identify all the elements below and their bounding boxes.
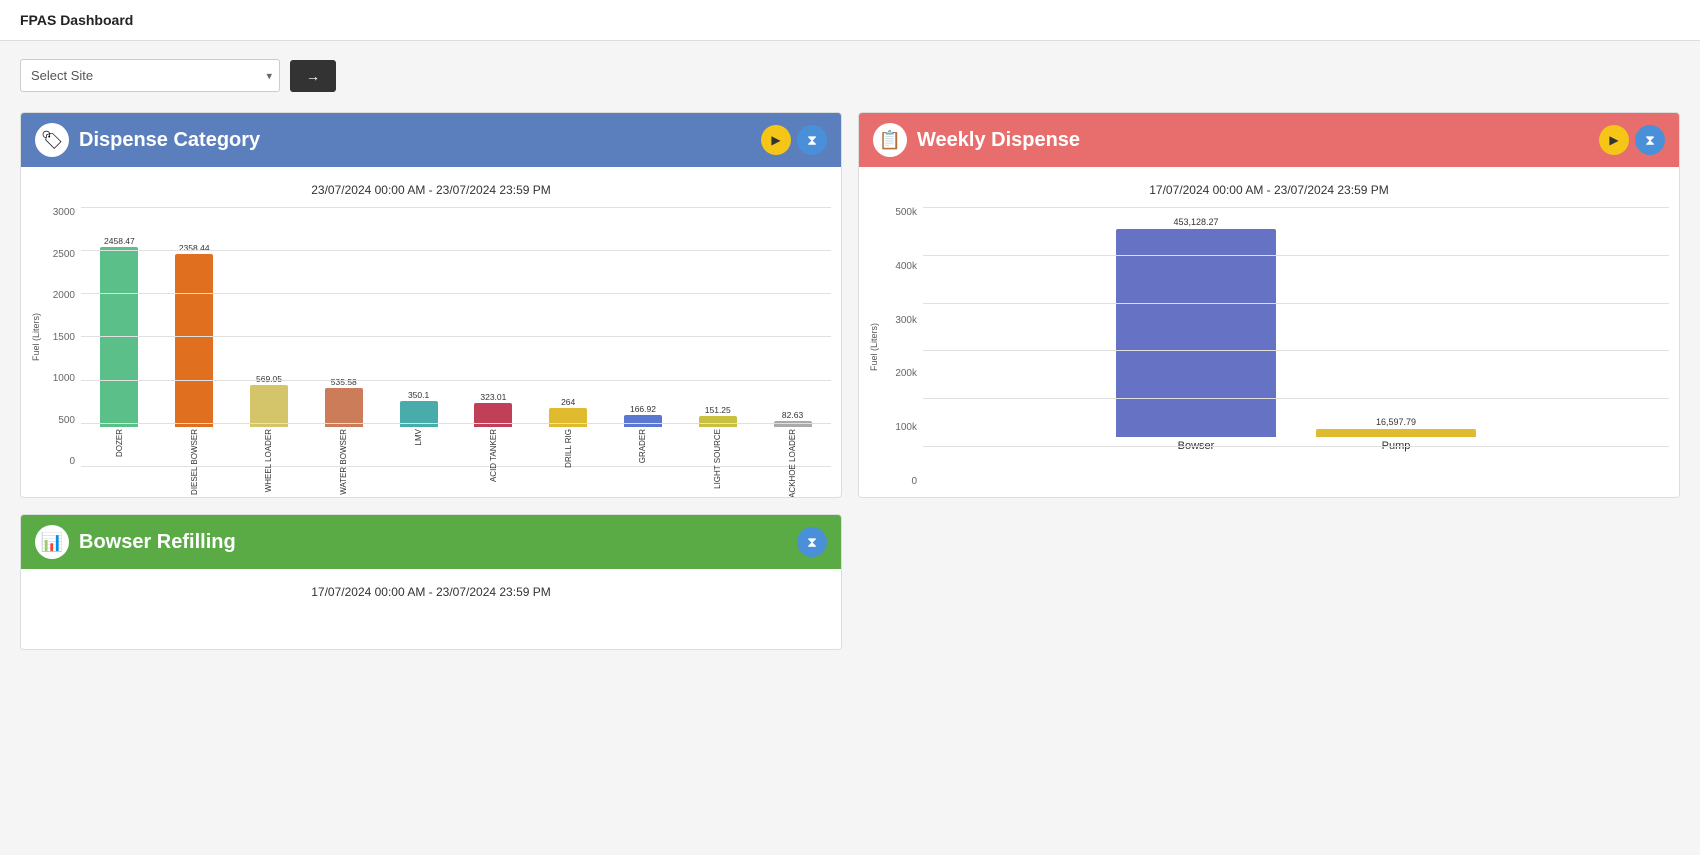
dispense-bar-rect [474, 403, 512, 427]
dispense-bar-label: WATER BOWSER [307, 427, 380, 495]
app-title: FPAS Dashboard [20, 12, 133, 28]
dispense-bar-item: 2358.44 [158, 243, 231, 427]
dispense-bar-item: 166.92 [607, 404, 680, 427]
dispense-x-labels: DOZERDIESEL BOWSERWHEEL LOADERWATER BOWS… [81, 427, 831, 467]
dispense-category-header: 🏷 Dispense Category ▶ ⧗ [21, 113, 841, 167]
top-row: 🏷 Dispense Category ▶ ⧗ 23/07/2024 00:00… [20, 112, 1680, 498]
site-select-input[interactable]: Select Site [20, 59, 280, 92]
dispense-bar-rect [400, 401, 438, 427]
weekly-y-axis-label-wrapper: Fuel (Liters) [869, 207, 881, 487]
dispense-bar-item: 264 [532, 397, 605, 427]
weekly-bar-label: Bowser [1116, 437, 1276, 452]
weekly-filter-button[interactable]: ⧗ [1635, 125, 1665, 155]
dispense-category-card: 🏷 Dispense Category ▶ ⧗ 23/07/2024 00:00… [20, 112, 842, 498]
dispense-bar-rect [175, 254, 213, 427]
weekly-date-range: 17/07/2024 00:00 AM - 23/07/2024 23:59 P… [869, 183, 1669, 197]
weekly-dispense-title: Weekly Dispense [917, 129, 1080, 152]
weekly-bar-rect [1316, 429, 1476, 437]
dispense-bar-label: DOZER [83, 427, 156, 457]
dispense-bar-rect [250, 385, 288, 427]
dispense-y-axis-label: Fuel (Liters) [31, 313, 41, 361]
site-select-wrapper: Select Site ▾ [20, 59, 280, 92]
bowser-refilling-body: 17/07/2024 00:00 AM - 23/07/2024 23:59 P… [21, 569, 841, 649]
weekly-bar-label: Pump [1316, 437, 1476, 452]
dispense-bar-item: 82.63 [756, 410, 829, 427]
weekly-dispense-header: 📋 Weekly Dispense ▶ ⧗ [859, 113, 1679, 167]
weekly-x-labels: Bowser Pump [923, 437, 1669, 467]
dispense-y-axis: 3000 2500 2000 1500 1000 500 0 [45, 207, 81, 467]
dispense-bar-item: 2458.47 [83, 236, 156, 427]
dispense-bar-item: 151.25 [681, 405, 754, 427]
bowser-header-actions: ⧗ [797, 527, 827, 557]
bowser-refilling-icon: 📊 [35, 525, 69, 559]
go-button[interactable]: → [290, 60, 336, 92]
dispense-bar-label: GRADER [607, 427, 680, 463]
dashboard-content: 🏷 Dispense Category ▶ ⧗ 23/07/2024 00:00… [0, 102, 1700, 670]
weekly-header-actions: ▶ ⧗ [1599, 125, 1665, 155]
dispense-bar-label: DRILL RIG [532, 427, 605, 468]
dispense-bar-item: 323.01 [457, 392, 530, 427]
weekly-dispense-body: 17/07/2024 00:00 AM - 23/07/2024 23:59 P… [859, 167, 1679, 497]
dispense-plot-area: 2458.472358.44569.05535.58350.1323.01264… [81, 207, 831, 467]
dispense-bar-label: ACID TANKER [457, 427, 530, 482]
dispense-bar-label: BACKHOE LOADER [756, 427, 829, 498]
dispense-category-body: 23/07/2024 00:00 AM - 23/07/2024 23:59 P… [21, 167, 841, 477]
dispense-category-title: Dispense Category [79, 129, 260, 152]
dispense-bar-rect [325, 388, 363, 427]
top-bar: FPAS Dashboard [0, 0, 1700, 41]
controls-bar: Select Site ▾ → [0, 41, 1700, 102]
weekly-dispense-icon: 📋 [873, 123, 907, 157]
dispense-category-icon: 🏷 [35, 123, 69, 157]
dispense-bar-label: WHEEL LOADER [233, 427, 306, 492]
dispense-bar-item: 535.58 [307, 377, 380, 427]
dispense-bar-label: LMV [382, 427, 455, 445]
weekly-bar-item: 453,128.27 [1116, 217, 1276, 437]
bowser-filter-button[interactable]: ⧗ [797, 527, 827, 557]
bowser-header-left: 📊 Bowser Refilling [35, 525, 236, 559]
weekly-play-button[interactable]: ▶ [1599, 125, 1629, 155]
dispense-header-actions: ▶ ⧗ [761, 125, 827, 155]
page-wrapper: FPAS Dashboard Select Site ▾ → 🏷 Dispens… [0, 0, 1700, 855]
bowser-refilling-title: Bowser Refilling [79, 531, 236, 554]
bowser-date-range: 17/07/2024 00:00 AM - 23/07/2024 23:59 P… [31, 585, 831, 599]
bowser-refilling-header: 📊 Bowser Refilling ⧗ [21, 515, 841, 569]
weekly-chart-area: Fuel (Liters) 500k 400k 300k 200k 100k 0 [869, 207, 1669, 487]
dispense-play-button[interactable]: ▶ [761, 125, 791, 155]
dispense-date-range: 23/07/2024 00:00 AM - 23/07/2024 23:59 P… [31, 183, 831, 197]
dispense-bar-item: 569.05 [233, 374, 306, 427]
weekly-bar-rect [1116, 229, 1276, 437]
dispense-header-left: 🏷 Dispense Category [35, 123, 260, 157]
bowser-refilling-card-inner: 📊 Bowser Refilling ⧗ 17/07/2024 00:00 AM… [20, 514, 842, 650]
dispense-bar-item: 350.1 [382, 390, 455, 427]
dispense-y-axis-label-wrapper: Fuel (Liters) [31, 207, 43, 467]
dispense-bar-rect [624, 415, 662, 427]
weekly-bars-container: 453,128.27 16,597.79 [923, 207, 1669, 437]
dispense-chart-area: Fuel (Liters) 3000 2500 2000 1500 1000 5… [31, 207, 831, 467]
dispense-bar-label: LIGHT SOURCE [681, 427, 754, 489]
weekly-y-axis-label: Fuel (Liters) [869, 323, 879, 371]
weekly-y-axis: 500k 400k 300k 200k 100k 0 [883, 207, 923, 487]
dispense-bars-container: 2458.472358.44569.05535.58350.1323.01264… [81, 207, 831, 427]
dispense-bar-rect [549, 408, 587, 427]
dispense-filter-button[interactable]: ⧗ [797, 125, 827, 155]
weekly-header-left: 📋 Weekly Dispense [873, 123, 1080, 157]
dispense-bar-rect [100, 247, 138, 427]
weekly-dispense-card: 📋 Weekly Dispense ▶ ⧗ 17/07/2024 00:00 A… [858, 112, 1680, 498]
bowser-refilling-card: 📊 Bowser Refilling ⧗ 17/07/2024 00:00 AM… [20, 514, 842, 650]
dispense-bar-rect [699, 416, 737, 427]
weekly-bar-item: 16,597.79 [1316, 417, 1476, 437]
dispense-bar-label: DIESEL BOWSER [158, 427, 231, 495]
weekly-plot-area: 453,128.27 16,597.79 Bowser Pump [923, 207, 1669, 487]
